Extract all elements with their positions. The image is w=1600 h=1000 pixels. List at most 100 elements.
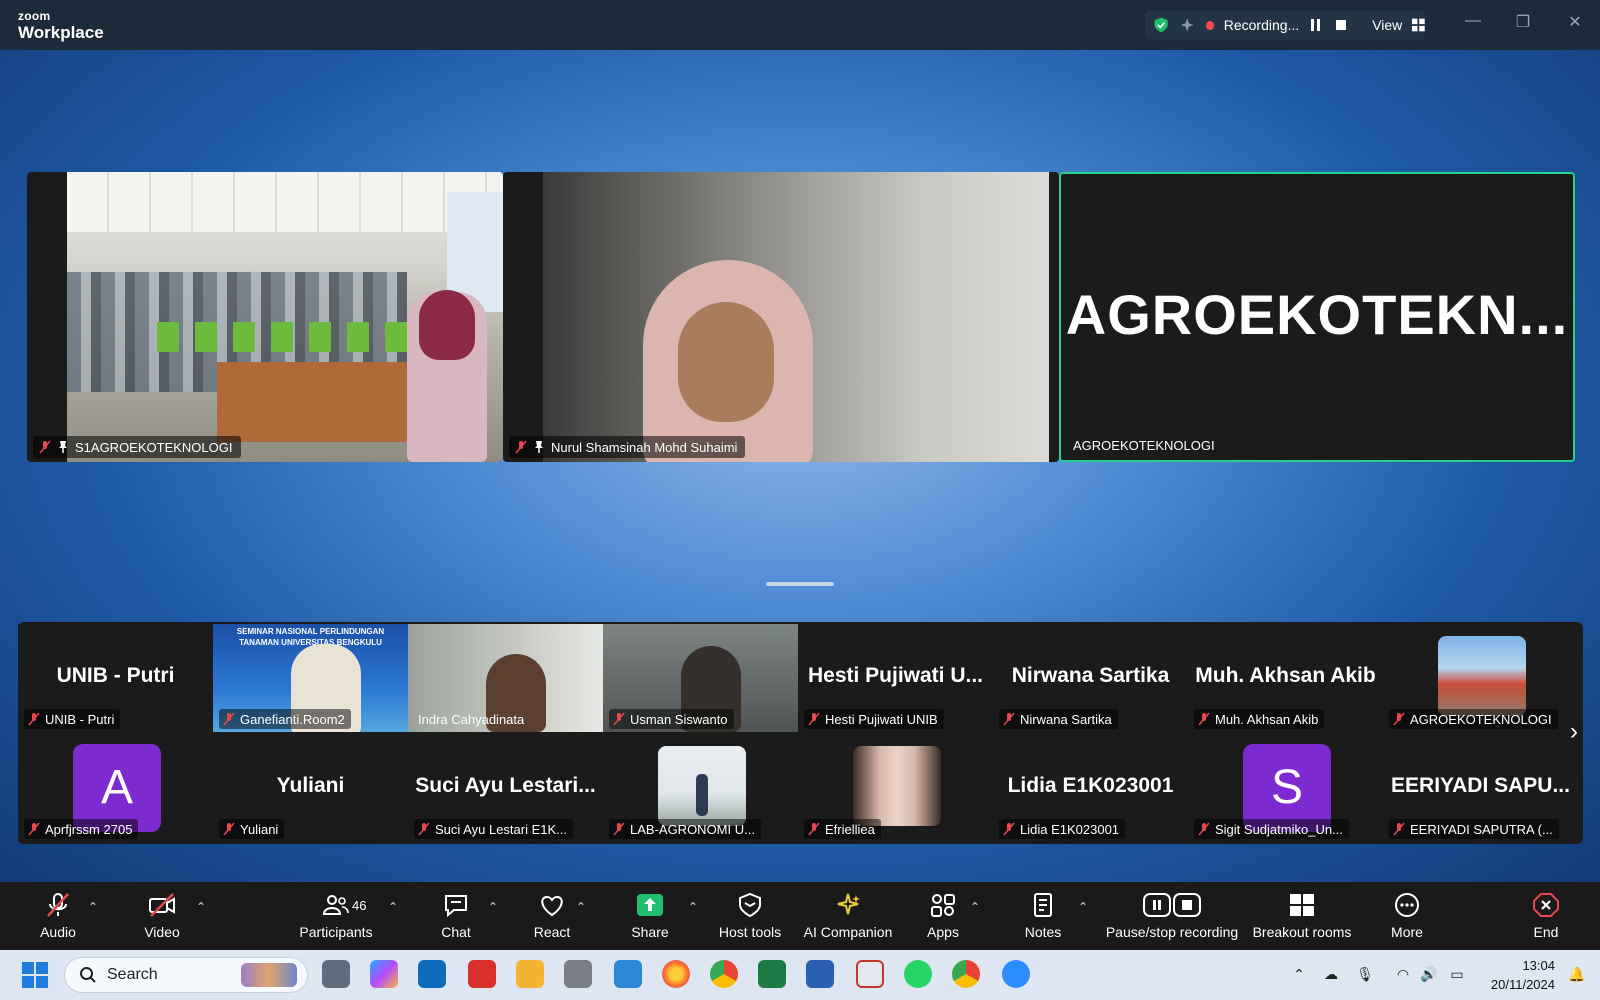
gallery-tile[interactable]: Suci Ayu Lestari... Suci Ayu Lestari E1K… — [408, 734, 603, 842]
resize-handle[interactable] — [766, 582, 834, 586]
gallery-tile[interactable]: A Aprfjrssm 2705 — [18, 734, 213, 842]
share-button[interactable]: Share — [624, 882, 676, 950]
outlook-icon[interactable] — [418, 960, 446, 988]
gallery-tile[interactable]: Yuliani Yuliani — [213, 734, 408, 842]
ai-sparkle-icon — [837, 893, 860, 915]
video-options-icon[interactable]: ⌃ — [196, 900, 206, 914]
copilot-icon[interactable] — [370, 960, 398, 988]
gallery-tile[interactable]: Nirwana Sartika Nirwana Sartika — [993, 624, 1188, 732]
onedrive-icon[interactable]: ☁ — [1322, 966, 1340, 984]
gallery-tile[interactable]: Indra Cahyadinata — [408, 624, 603, 732]
audio-options-icon[interactable]: ⌃ — [88, 900, 98, 914]
video-button[interactable]: Video — [140, 882, 184, 950]
share-options-icon[interactable]: ⌃ — [688, 900, 698, 914]
ai-sparkle-icon[interactable] — [1179, 16, 1195, 34]
video-tile-classroom[interactable]: S1AGROEKOTEKNOLOGI — [27, 172, 503, 462]
gallery-next-icon[interactable]: › — [1570, 718, 1578, 746]
encryption-shield-icon[interactable] — [1153, 16, 1169, 34]
apps-options-icon[interactable]: ⌃ — [970, 900, 980, 914]
gallery-tile[interactable]: AGROEKOTEKNOLOGI — [1383, 624, 1578, 732]
participants-options-icon[interactable]: ⌃ — [388, 900, 398, 914]
tile-name-label: Lidia E1K023001 — [999, 819, 1126, 839]
apps-button[interactable]: Apps — [920, 882, 966, 950]
mic-muted-icon — [1198, 712, 1210, 726]
participant-name: EERIYADI SAPUTRA (... — [1410, 821, 1553, 837]
maximize-icon[interactable]: ❐ — [1510, 12, 1536, 36]
gallery-tile[interactable]: S Sigit Sudjatmiko_Un... — [1188, 734, 1383, 842]
view-label[interactable]: View — [1372, 17, 1402, 33]
close-icon[interactable]: ✕ — [1562, 12, 1588, 36]
participant-name: Hesti Pujiwati UNIB — [825, 711, 938, 727]
host-tools-button[interactable]: Host tools — [716, 882, 784, 950]
chrome-profile-icon[interactable] — [952, 960, 980, 988]
participants-button[interactable]: Participants — [294, 882, 378, 950]
stop-recording-icon[interactable] — [1334, 17, 1348, 33]
battery-icon[interactable]: ▭ — [1448, 966, 1466, 984]
pause-stop-recording-button[interactable]: Pause/stop recording — [1104, 882, 1240, 950]
end-button[interactable]: End — [1526, 882, 1566, 950]
tile-name-label: Sigit Sudjatmiko_Un... — [1194, 819, 1349, 839]
apps-icon — [931, 894, 955, 917]
gallery-tile[interactable]: Hesti Pujiwati U... Hesti Pujiwati UNIB — [798, 624, 993, 732]
gallery-tile[interactable]: Lidia E1K023001 Lidia E1K023001 — [993, 734, 1188, 842]
zoom-app-icon[interactable] — [1002, 960, 1030, 988]
video-tile-speaker[interactable]: Nurul Shamsinah Mohd Suhaimi — [503, 172, 1059, 462]
whatsapp-icon[interactable] — [904, 960, 932, 988]
host-tools-label: Host tools — [718, 924, 782, 940]
chrome-icon[interactable] — [710, 960, 738, 988]
minimize-icon[interactable]: — — [1460, 12, 1486, 36]
end-label: End — [1533, 924, 1559, 940]
notepad-icon[interactable] — [614, 960, 642, 988]
ai-companion-button[interactable]: AI Companion — [800, 882, 896, 950]
tile-name-label: Usman Siswanto — [609, 709, 734, 729]
gallery-tile[interactable]: SEMINAR NASIONAL PERLINDUNGAN TANAMAN UN… — [213, 624, 408, 732]
recording-dot-icon — [1205, 20, 1214, 30]
participant-display-name: Muh. Akhsan Akib — [1195, 664, 1376, 687]
snipping-tool-icon[interactable] — [856, 960, 884, 988]
taskbar-search[interactable]: Search — [64, 957, 308, 993]
tile-name-label: LAB-AGRONOMI U... — [609, 819, 761, 839]
gallery-tile[interactable]: Muh. Akhsan Akib Muh. Akhsan Akib — [1188, 624, 1383, 732]
video-tile-active-speaker[interactable]: AGROEKOTEKN... AGROEKOTEKNOLOGI — [1059, 172, 1575, 462]
chat-button[interactable]: Chat — [432, 882, 480, 950]
wifi-icon[interactable]: ◠ — [1394, 966, 1412, 984]
excel-icon[interactable] — [758, 960, 786, 988]
mic-muted-icon — [613, 712, 625, 726]
mic-muted-icon — [1003, 712, 1015, 726]
pause-recording-label: Pause/stop recording — [1105, 924, 1239, 940]
react-options-icon[interactable]: ⌃ — [576, 900, 586, 914]
task-view-icon[interactable] — [322, 960, 350, 988]
brand-large: Workplace — [18, 23, 104, 42]
breakout-rooms-icon — [1290, 894, 1314, 916]
audio-button[interactable]: Audio — [34, 882, 82, 950]
microphone-icon[interactable]: 🎙 — [1356, 966, 1374, 984]
system-clock[interactable]: 13:04 20/11/2024 — [1485, 956, 1555, 994]
mic-muted-icon — [808, 712, 820, 726]
show-hidden-icons-icon[interactable]: ⌃ — [1290, 966, 1308, 984]
volume-icon[interactable]: 🔊 — [1420, 966, 1438, 984]
pdf-editor-icon[interactable] — [468, 960, 496, 988]
gallery-tile[interactable]: LAB-AGRONOMI U... — [603, 734, 798, 842]
more-icon — [1395, 893, 1419, 917]
chat-options-icon[interactable]: ⌃ — [488, 900, 498, 914]
notes-options-icon[interactable]: ⌃ — [1078, 900, 1088, 914]
gallery-tile[interactable]: Usman Siswanto — [603, 624, 798, 732]
windows-start-icon[interactable] — [22, 962, 48, 988]
printer-icon[interactable] — [564, 960, 592, 988]
notes-button[interactable]: Notes — [1020, 882, 1066, 950]
gallery-tile[interactable]: UNIB - Putri UNIB - Putri — [18, 624, 213, 732]
breakout-rooms-button[interactable]: Breakout rooms — [1252, 882, 1352, 950]
notes-label: Notes — [1024, 924, 1062, 940]
notification-bell-icon[interactable]: 🔔 — [1568, 966, 1586, 984]
file-explorer-icon[interactable] — [516, 960, 544, 988]
participant-name: UNIB - Putri — [45, 711, 115, 727]
grid-view-icon[interactable] — [1412, 18, 1425, 32]
gallery-tile[interactable]: EERIYADI SAPU... EERIYADI SAPUTRA (... — [1383, 734, 1578, 842]
gallery-tile[interactable]: Efrielliea — [798, 734, 993, 842]
word-icon[interactable] — [806, 960, 834, 988]
pause-recording-icon[interactable] — [1309, 17, 1323, 33]
react-button[interactable]: React — [526, 882, 578, 950]
more-button[interactable]: More — [1384, 882, 1430, 950]
participant-display-name: Hesti Pujiwati U... — [807, 664, 984, 687]
firefox-icon[interactable] — [662, 960, 690, 988]
